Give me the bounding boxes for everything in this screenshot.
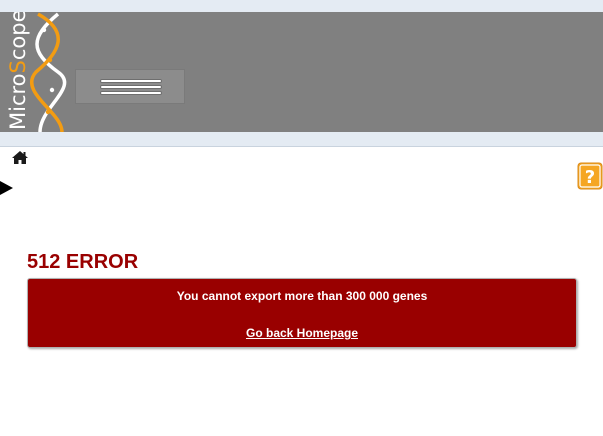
- logo-text-micro: Micro: [6, 73, 30, 130]
- top-strip: [0, 0, 603, 12]
- error-title: 512 ERROR: [27, 251, 139, 273]
- hamburger-menu-icon: [100, 91, 162, 95]
- hamburger-menu-button[interactable]: [75, 69, 185, 104]
- sub-navigation-bar: [0, 132, 603, 147]
- error-message-box: You cannot export more than 300 000 gene…: [27, 278, 577, 348]
- hamburger-menu-icon: [100, 79, 162, 83]
- svg-text:?: ?: [585, 167, 595, 188]
- logo-text-s: S: [6, 60, 30, 73]
- go-back-homepage-link[interactable]: Go back Homepage: [28, 326, 576, 340]
- logo-text-cope: cope: [6, 12, 30, 60]
- play-arrow-icon[interactable]: [0, 180, 14, 196]
- svg-text:MicroScope: MicroScope: [6, 12, 30, 130]
- help-question-icon[interactable]: ?: [577, 162, 603, 190]
- microscope-logo[interactable]: MicroScope: [0, 12, 68, 132]
- error-message: You cannot export more than 300 000 gene…: [176, 289, 428, 303]
- hamburger-menu-icon: [100, 85, 162, 89]
- home-icon[interactable]: [11, 150, 29, 165]
- header-banner: MicroScope: [0, 12, 603, 132]
